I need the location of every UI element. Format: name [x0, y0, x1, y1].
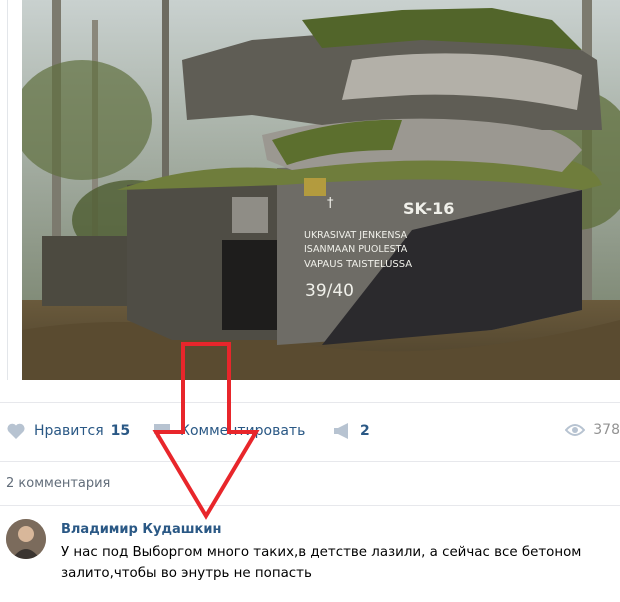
divider [0, 505, 620, 506]
like-button[interactable]: Нравится 15 [6, 422, 130, 440]
feed-left-border [7, 0, 8, 380]
views-count: 378 [593, 422, 620, 438]
share-count: 2 [360, 423, 370, 439]
comments-count-label[interactable]: 2 комментария [6, 476, 110, 491]
user-photo-icon [6, 519, 46, 559]
post-action-bar: Нравится 15 Комментировать 2 378 [0, 402, 620, 462]
avatar[interactable] [6, 519, 46, 559]
comment-text: У нас под Выборгом много таких,в детстве… [61, 545, 582, 581]
graffiti-line-1: UKRASIVAT JENKENSA [304, 230, 408, 241]
speech-bubble-icon [154, 424, 170, 438]
like-label: Нравится [34, 423, 104, 439]
comment-button[interactable]: Комментировать [152, 422, 305, 440]
eye-icon [565, 424, 586, 436]
like-count: 15 [110, 423, 131, 439]
share-button[interactable]: 2 [332, 422, 370, 440]
post-photo[interactable]: † SK-16 UKRASIVAT JENKENSA ISANMAAN PUOL… [22, 0, 620, 380]
comment-label: Комментировать [180, 423, 306, 439]
megaphone-icon [334, 423, 348, 439]
comment-author[interactable]: Владимир Кудашкин [61, 522, 221, 537]
heart-icon [7, 423, 25, 439]
graffiti-code: SK-16 [403, 199, 454, 218]
graffiti-line-2: ISANMAAN PUOLESTA [304, 244, 408, 255]
graffiti-line-3: VAPAUS TAISTELUSSA [304, 259, 412, 270]
views-counter: 378 [565, 422, 620, 438]
graffiti-cross: † [327, 196, 334, 211]
graffiti-years: 39/40 [305, 281, 354, 301]
